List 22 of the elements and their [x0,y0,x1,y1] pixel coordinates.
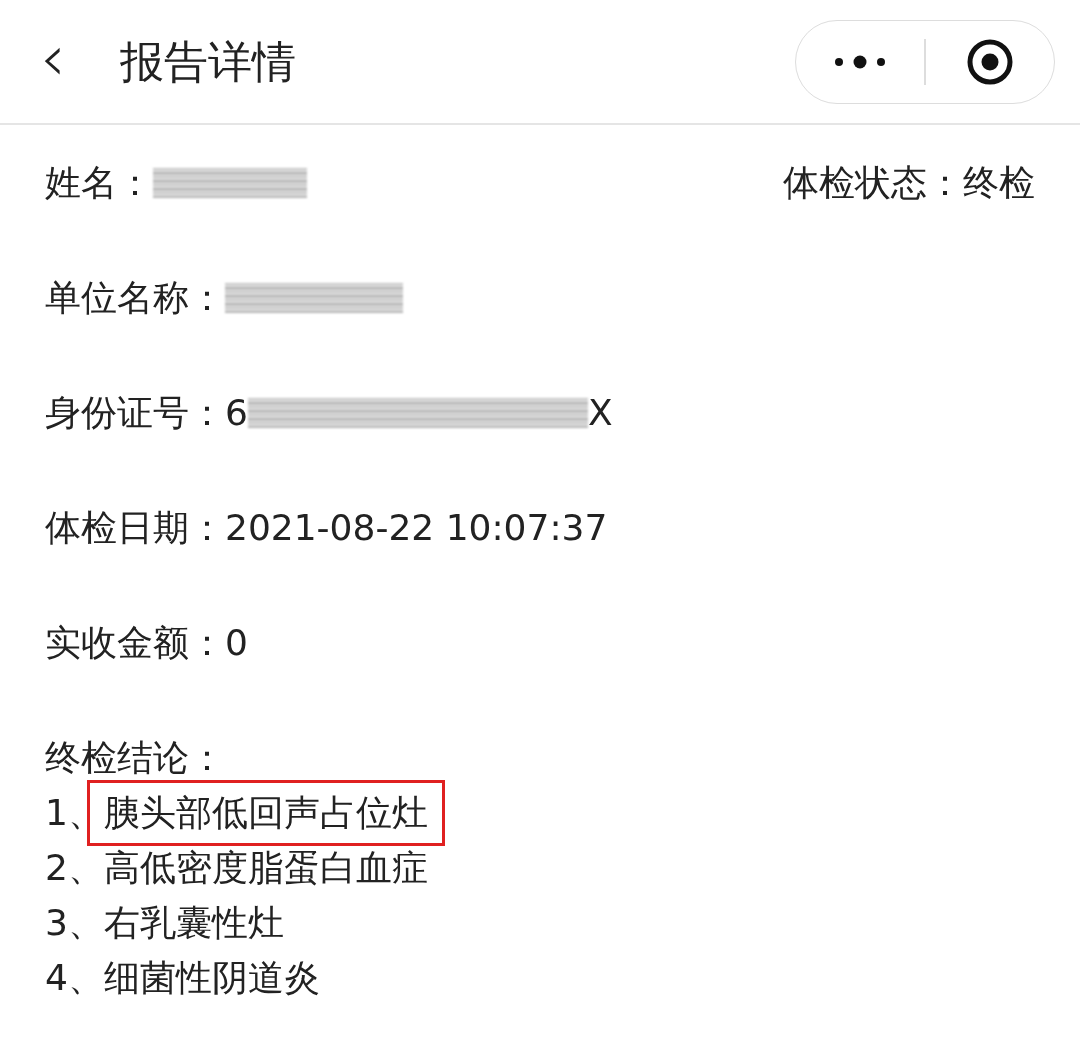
item-number: 2、 [45,846,104,890]
conclusion-label: 终检结论： [45,736,226,780]
conclusion-item: 高低密度脂蛋白血症 [103,846,428,890]
field-value: 6 [225,390,248,435]
field-value: 2021-08-22 10:07:37 [225,505,608,550]
field-value: 0 [225,620,248,665]
field-value: 终检 [963,160,1035,205]
conclusion-item: 右乳囊性灶 [103,901,284,945]
item-number: 3、 [45,901,104,945]
field-label: 体检日期： [45,505,225,550]
conclusion-item: 胰头部低回声占位灶 [86,779,445,846]
field-label: 身份证号： [45,390,225,435]
field-label: 实收金额： [45,620,225,665]
item-number: 4、 [45,956,104,1000]
more-icon[interactable] [834,54,886,69]
conclusion-item: 细菌性阴道炎 [103,956,320,1000]
page-title: 报告详情 [120,34,296,89]
field-label: 单位名称： [45,275,225,320]
back-button[interactable]: ‹ [40,25,110,90]
field-label: 体检状态： [783,160,963,205]
field-value: X [587,390,613,435]
field-label: 姓名： [45,160,153,205]
